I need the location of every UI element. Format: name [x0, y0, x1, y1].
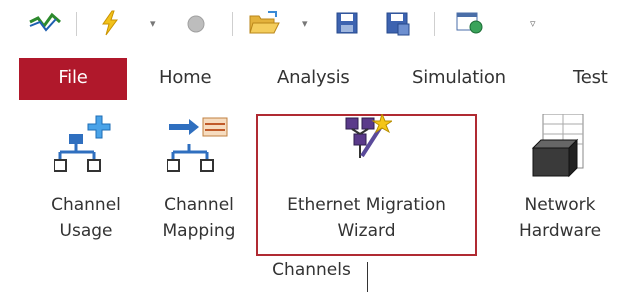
quick-access-toolbar: ▾ ▾ ▿: [0, 0, 623, 46]
chevron-down-icon[interactable]: ▾: [150, 18, 156, 29]
lightning-icon[interactable]: [100, 10, 120, 40]
ethernet-migration-wizard-label: Ethernet Migration Wizard: [258, 192, 475, 244]
network-hardware-label: Network Hardware: [497, 192, 623, 244]
customize-toolbar-icon[interactable]: ▿: [530, 18, 536, 29]
tab-simulation[interactable]: Simulation: [412, 58, 506, 100]
mouse-cursor: [367, 262, 368, 292]
channel-mapping-label: Channel Mapping: [145, 192, 253, 244]
open-folder-icon[interactable]: [248, 10, 280, 40]
tab-file[interactable]: File: [19, 58, 127, 100]
group-label-channels: Channels: [272, 260, 351, 280]
tab-analysis[interactable]: Analysis: [277, 58, 350, 100]
window-globe-icon[interactable]: [456, 11, 484, 39]
chevron-down-icon[interactable]: ▾: [302, 18, 308, 29]
save-as-disk-icon[interactable]: [386, 12, 410, 40]
save-disk-icon[interactable]: [336, 12, 358, 38]
network-hardware-icon: [531, 113, 587, 184]
label-line-1: Network: [524, 195, 596, 215]
label-line-1: Ethernet Migration: [287, 195, 446, 215]
toolbar-separator: [232, 12, 233, 36]
tab-home[interactable]: Home: [159, 58, 212, 100]
label-line-2: Usage: [59, 221, 113, 241]
channel-usage-label: Channel Usage: [32, 192, 140, 244]
stop-circle-icon[interactable]: [186, 14, 206, 38]
channel-usage-icon: [53, 114, 116, 178]
label-line-2: Hardware: [518, 221, 602, 241]
toolbar-separator: [434, 12, 435, 36]
label-line-1: Channel: [164, 195, 234, 215]
channel-mapping-icon: [166, 114, 229, 178]
migration-wizard-icon: [344, 112, 394, 166]
signal-wave-icon[interactable]: [28, 10, 62, 38]
toolbar-separator: [76, 12, 77, 36]
label-line-2: Mapping: [162, 221, 236, 241]
label-line-2: Wizard: [337, 221, 396, 241]
label-line-1: Channel: [51, 195, 121, 215]
ribbon-tabs: File Home Analysis Simulation Test: [0, 58, 623, 100]
tab-test[interactable]: Test: [573, 58, 608, 100]
